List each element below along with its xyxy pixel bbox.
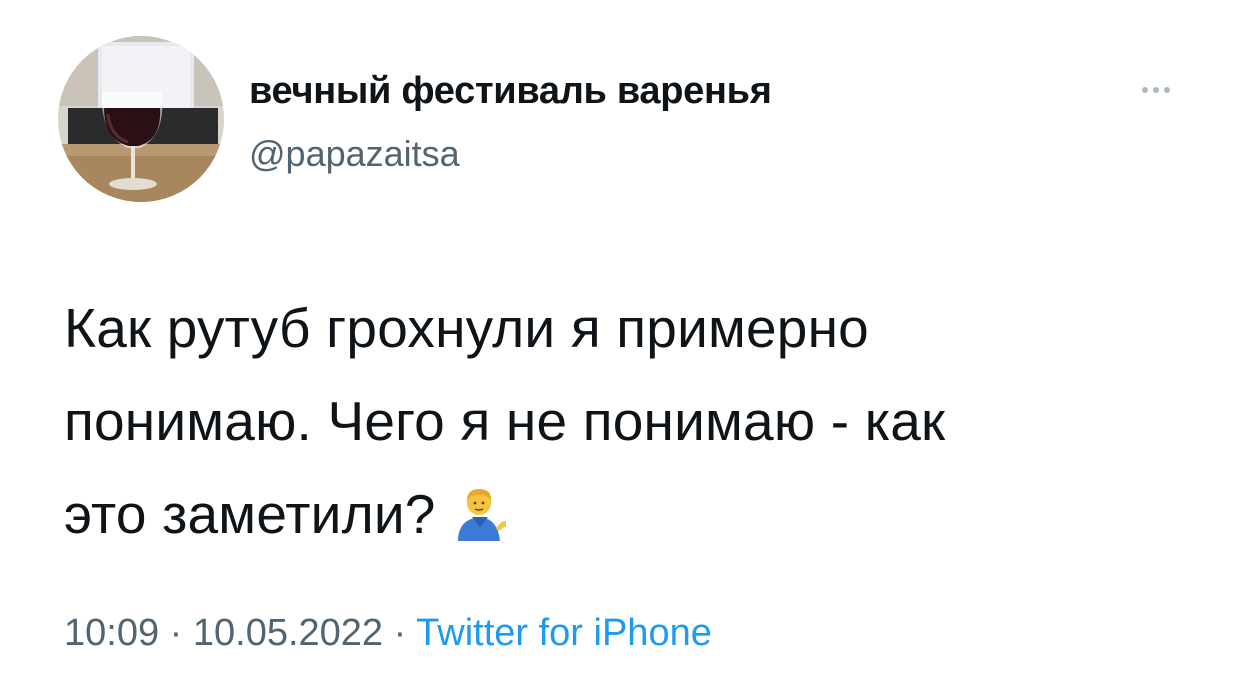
tweet-meta: 10:09 · 10.05.2022 · Twitter for iPhone [64, 612, 712, 655]
tweet-text-line: Как рутуб грохнули я примерно [64, 297, 869, 359]
meta-separator: · [169, 612, 183, 654]
avatar[interactable] [58, 36, 224, 202]
more-dot-icon [1142, 87, 1148, 93]
man-tipping-hand-icon [457, 489, 506, 542]
meta-separator: · [393, 612, 407, 654]
more-dot-icon [1153, 87, 1159, 93]
tweet-text: Как рутуб грохнули я примерно понимаю. Ч… [64, 282, 1184, 561]
tweet-time[interactable]: 10:09 [64, 612, 159, 654]
author-display-name[interactable]: вечный фестиваль варенья [249, 70, 772, 113]
avatar-wine-glass-photo [58, 36, 224, 202]
tweet-date[interactable]: 10.05.2022 [193, 612, 383, 654]
tweet-text-line: это заметили? [64, 483, 436, 545]
author-handle[interactable]: @papazaitsa [249, 133, 460, 175]
tweet-text-line: понимаю. Чего я не понимаю - как [64, 390, 946, 452]
more-options-button[interactable] [1130, 76, 1182, 104]
more-dot-icon [1164, 87, 1170, 93]
tweet-text-line-with-emoji: это заметили? [64, 468, 1184, 561]
tweet-source-link[interactable]: Twitter for iPhone [416, 612, 712, 654]
